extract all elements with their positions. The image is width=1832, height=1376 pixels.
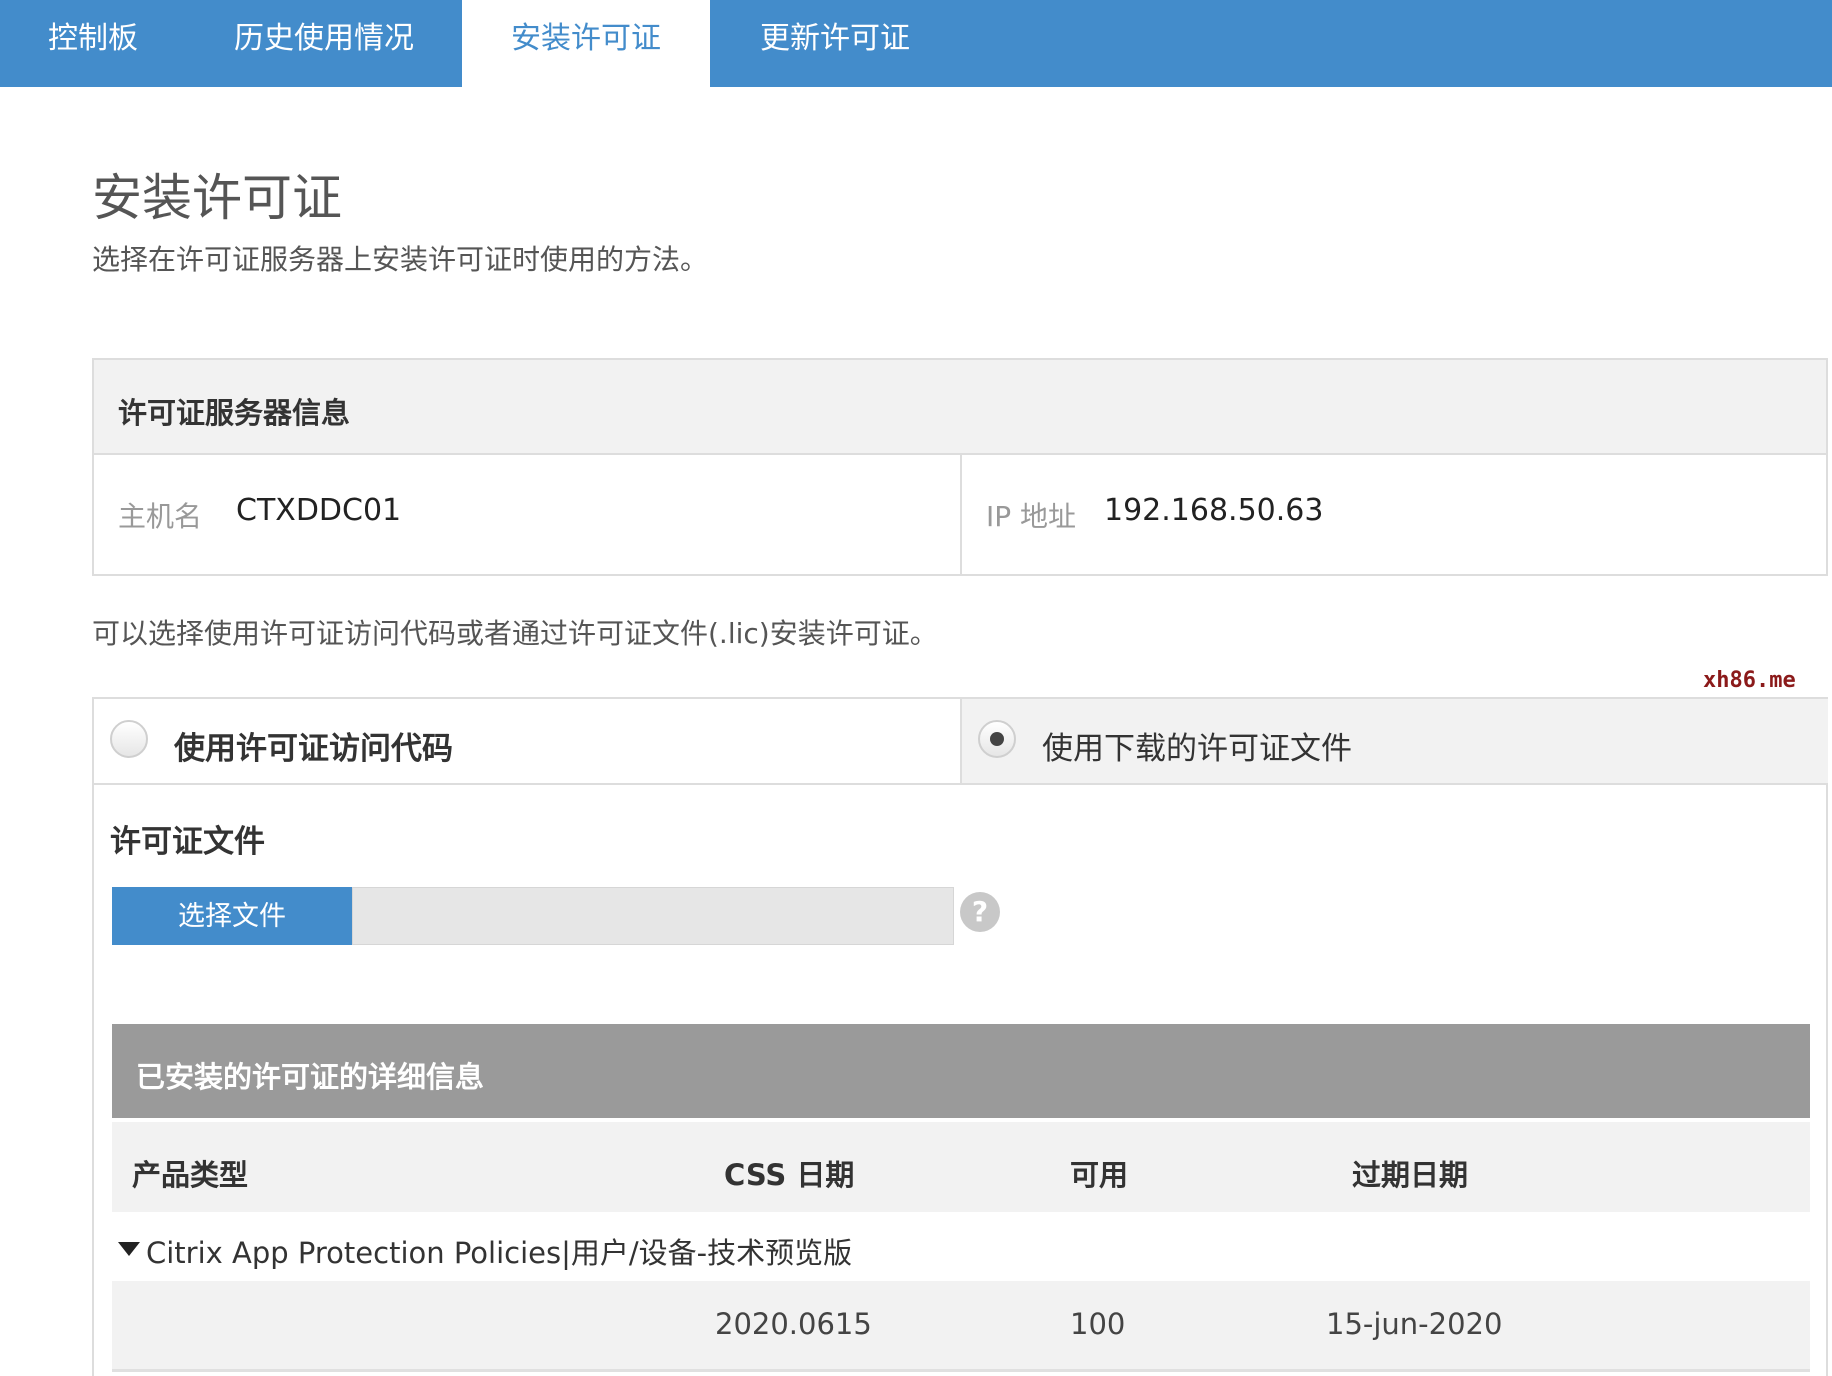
table-row: 2020.0615 100 15-jun-2020 [112, 1281, 1810, 1369]
license-file-option-label[interactable]: 使用下载的许可证文件 [1042, 723, 1352, 768]
row-divider [112, 1369, 1810, 1372]
ip-value: 192.168.50.63 [1104, 493, 1324, 528]
access-code-radio[interactable] [110, 720, 148, 758]
install-method-panel: 使用许可证访问代码 使用下载的许可证文件 许可证文件 选择文件 ? 已安装的许可… [92, 697, 1828, 1376]
license-file-radio[interactable] [978, 720, 1016, 758]
available-cell: 100 [1070, 1307, 1126, 1341]
column-header-expiry-date: 过期日期 [1352, 1158, 1469, 1192]
install-method-note: 可以选择使用许可证访问代码或者通过许可证文件(.lic)安装许可证。 [92, 617, 938, 650]
license-file-title: 许可证文件 [110, 824, 265, 860]
tab-usage-history[interactable]: 历史使用情况 [186, 0, 462, 87]
product-name: Citrix App Protection Policies|用户/设备-技术预… [146, 1236, 853, 1270]
install-option-row: 使用许可证访问代码 使用下载的许可证文件 [94, 699, 1828, 785]
column-header-available: 可用 [1070, 1158, 1129, 1192]
access-code-label[interactable]: 使用许可证访问代码 [174, 723, 453, 768]
installed-licenses-header: 已安装的许可证的详细信息 [112, 1024, 1810, 1118]
file-path-field[interactable] [352, 887, 954, 945]
expiry-date-cell: 15-jun-2020 [1326, 1307, 1503, 1341]
table-header-row: 产品类型 CSS 日期 可用 过期日期 [112, 1118, 1810, 1212]
tab-dashboard[interactable]: 控制板 [0, 0, 186, 87]
choose-file-button[interactable]: 选择文件 [112, 887, 352, 945]
watermark: xh86.me [1703, 668, 1796, 693]
column-header-css-date: CSS 日期 [724, 1158, 855, 1192]
ip-label: IP 地址 [986, 500, 1077, 533]
ip-cell: IP 地址 192.168.50.63 [962, 455, 1828, 574]
product-group-row[interactable]: Citrix App Protection Policies|用户/设备-技术预… [112, 1216, 1810, 1281]
page-title: 安装许可证 [92, 169, 342, 227]
option-access-code[interactable]: 使用许可证访问代码 [94, 699, 962, 783]
server-info-panel: 许可证服务器信息 主机名 CTXDDC01 IP 地址 192.168.50.6… [92, 358, 1828, 576]
option-license-file[interactable]: 使用下载的许可证文件 [962, 699, 1828, 783]
expand-caret-icon[interactable] [118, 1242, 140, 1256]
question-circle-icon[interactable]: ? [960, 892, 1000, 932]
installed-licenses-title: 已安装的许可证的详细信息 [136, 1060, 485, 1094]
installed-licenses-table: 已安装的许可证的详细信息 产品类型 CSS 日期 可用 过期日期 Citrix … [112, 1024, 1810, 1376]
hostname-label: 主机名 [118, 500, 203, 533]
server-info-title: 许可证服务器信息 [118, 396, 351, 430]
hostname-cell: 主机名 CTXDDC01 [94, 455, 962, 574]
tab-install-license[interactable]: 安装许可证 [462, 0, 710, 87]
top-nav-bar: 控制板 历史使用情况 安装许可证 更新许可证 [0, 0, 1832, 87]
server-info-header: 许可证服务器信息 [94, 360, 1826, 455]
hostname-value: CTXDDC01 [236, 493, 402, 528]
css-date-cell: 2020.0615 [715, 1307, 872, 1341]
tab-update-license[interactable]: 更新许可证 [710, 0, 960, 87]
page-description: 选择在许可证服务器上安装许可证时使用的方法。 [92, 243, 709, 276]
column-header-product-type: 产品类型 [132, 1158, 249, 1192]
